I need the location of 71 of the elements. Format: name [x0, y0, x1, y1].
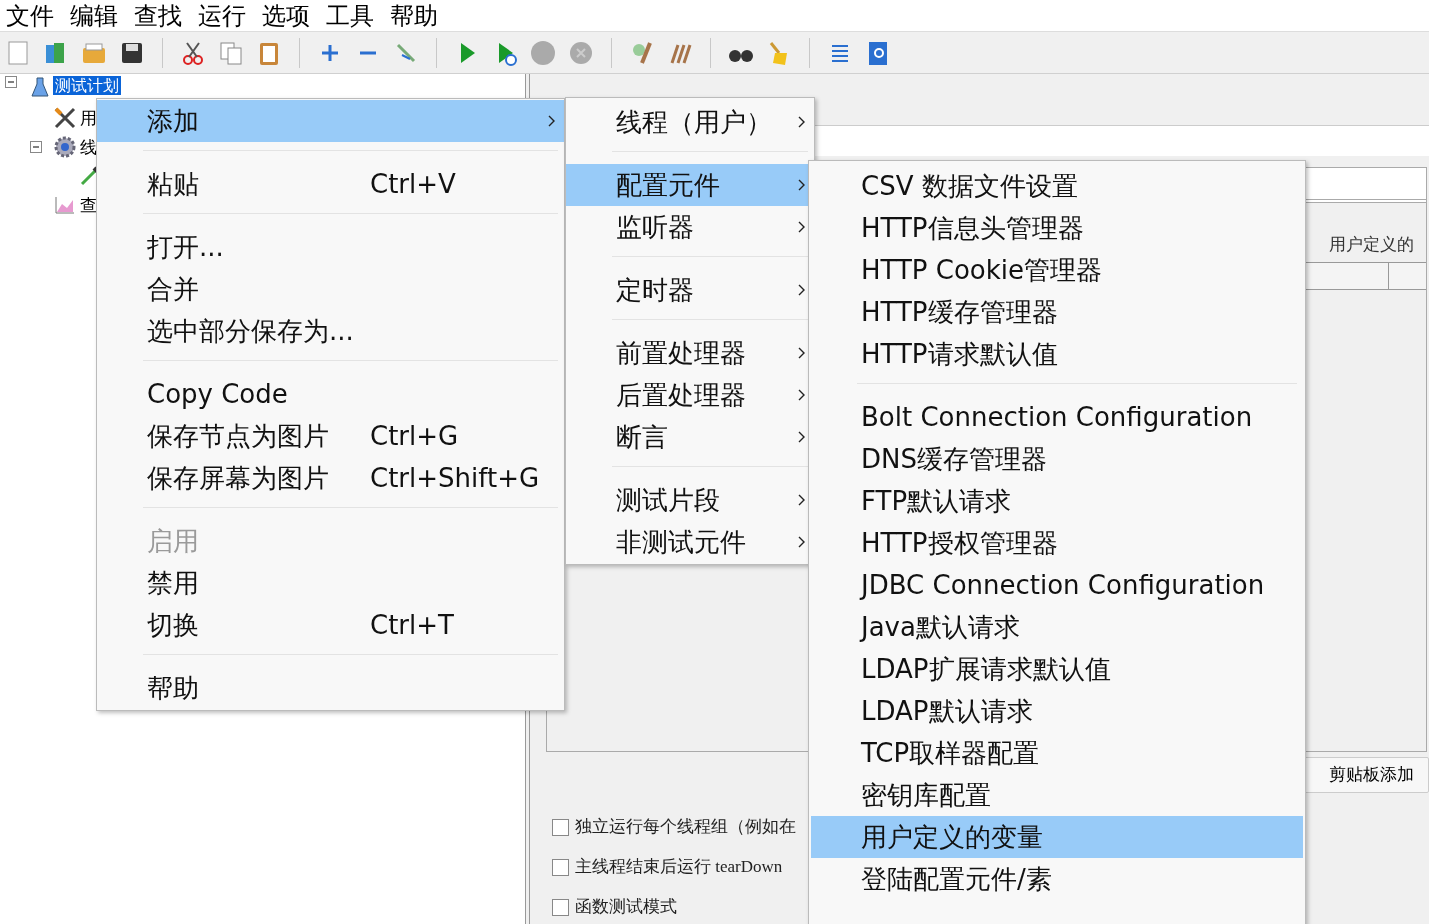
menu-item[interactable]: 禁用: [97, 562, 564, 604]
checkbox-label: 主线程结束后运行 tearDown: [575, 856, 783, 879]
menu-item[interactable]: 粘贴 Ctrl+V: [97, 163, 564, 205]
menu-item[interactable]: 测试片段: [566, 479, 814, 521]
chevron-right-icon: [798, 536, 806, 548]
menu-item[interactable]: 后置处理器: [566, 374, 814, 416]
menu-item[interactable]: 合并: [97, 268, 564, 310]
menu-item[interactable]: 定时器: [566, 269, 814, 311]
menu-item[interactable]: 断言: [566, 416, 814, 458]
menu-item[interactable]: 帮助: [97, 667, 564, 709]
menu-item[interactable]: JDBC Connection Configuration: [811, 564, 1303, 606]
menu-item[interactable]: HTTP Cookie管理器: [811, 249, 1303, 291]
menu-item[interactable]: LDAP默认请求: [811, 690, 1303, 732]
menu-item[interactable]: HTTP授权管理器: [811, 522, 1303, 564]
chevron-right-icon: [798, 389, 806, 401]
menu-item[interactable]: 保存节点为图片 Ctrl+G: [97, 415, 564, 457]
menu-bar-item[interactable]: 查找: [134, 3, 182, 28]
menu-item[interactable]: HTTP信息头管理器: [811, 207, 1303, 249]
gear-icon: [53, 134, 77, 159]
chart-icon: [54, 194, 76, 215]
menu-item[interactable]: DNS缓存管理器: [811, 438, 1303, 480]
menu-item[interactable]: LDAP扩展请求默认值: [811, 648, 1303, 690]
menu-item[interactable]: HTTP请求默认值: [811, 333, 1303, 375]
tree-item[interactable]: 线: [78, 134, 99, 159]
chevron-right-icon: [798, 431, 806, 443]
menu-item[interactable]: Bolt Connection Configuration: [811, 396, 1303, 438]
menu-bar-item[interactable]: 编辑: [70, 3, 118, 28]
menu-item[interactable]: HTTP缓存管理器: [811, 291, 1303, 333]
menu-bar-item[interactable]: 运行: [198, 3, 246, 28]
menu-item[interactable]: 添加: [97, 100, 564, 142]
tree-item[interactable]: 测试计划: [53, 76, 121, 95]
checkbox-label: 独立运行每个线程组（例如在: [575, 816, 796, 839]
menu-item[interactable]: 登陆配置元件/素: [811, 858, 1303, 900]
chevron-right-icon: [798, 284, 806, 296]
menu-item[interactable]: 非测试元件: [566, 521, 814, 563]
collapse-toggle-icon[interactable]: [30, 140, 42, 153]
input-field[interactable]: [1305, 167, 1427, 203]
menu-item[interactable]: 线程（用户）: [566, 101, 814, 143]
chevron-right-icon: [798, 347, 806, 359]
menu-item[interactable]: 前置处理器: [566, 332, 814, 374]
checkbox-label: 函数测试模式: [575, 896, 677, 919]
collapse-toggle-icon[interactable]: [5, 76, 17, 88]
menu-item[interactable]: 用户定义的变量: [811, 816, 1303, 858]
table-header: 用户定义的: [1328, 234, 1415, 256]
menu-bar-item[interactable]: 帮助: [390, 3, 438, 28]
menu-bar-item[interactable]: 选项: [262, 3, 310, 28]
chevron-right-icon: [548, 115, 556, 127]
menu-item[interactable]: 选中部分保存为...: [97, 310, 564, 352]
menu-item[interactable]: FTP默认请求: [811, 480, 1303, 522]
chevron-right-icon: [798, 221, 806, 233]
tools-icon: [53, 105, 77, 130]
checkbox[interactable]: [552, 818, 569, 836]
checkbox[interactable]: [552, 858, 569, 876]
menu-item[interactable]: 打开...: [97, 226, 564, 268]
chevron-right-icon: [798, 116, 806, 128]
menu-item[interactable]: 密钥库配置: [811, 774, 1303, 816]
stop-icon[interactable]: [529, 38, 557, 67]
chevron-right-icon: [798, 179, 806, 191]
menu-item[interactable]: Java默认请求: [811, 606, 1303, 648]
checkbox[interactable]: [552, 898, 569, 916]
menu-item[interactable]: TCP取样器配置: [811, 732, 1303, 774]
menu-item[interactable]: 切换 Ctrl+T: [97, 604, 564, 646]
menu-item[interactable]: CSV 数据文件设置: [811, 165, 1303, 207]
menu-bar-item[interactable]: 工具: [326, 3, 374, 28]
flask-icon: [30, 76, 50, 98]
menu-item[interactable]: 监听器: [566, 206, 814, 248]
menu-bar-item[interactable]: 文件: [6, 3, 54, 28]
menu-item[interactable]: 保存屏幕为图片 Ctrl+Shift+G: [97, 457, 564, 499]
chevron-right-icon: [798, 494, 806, 506]
menu-item[interactable]: Copy Code: [97, 373, 564, 415]
tree-item[interactable]: 查: [78, 192, 99, 217]
